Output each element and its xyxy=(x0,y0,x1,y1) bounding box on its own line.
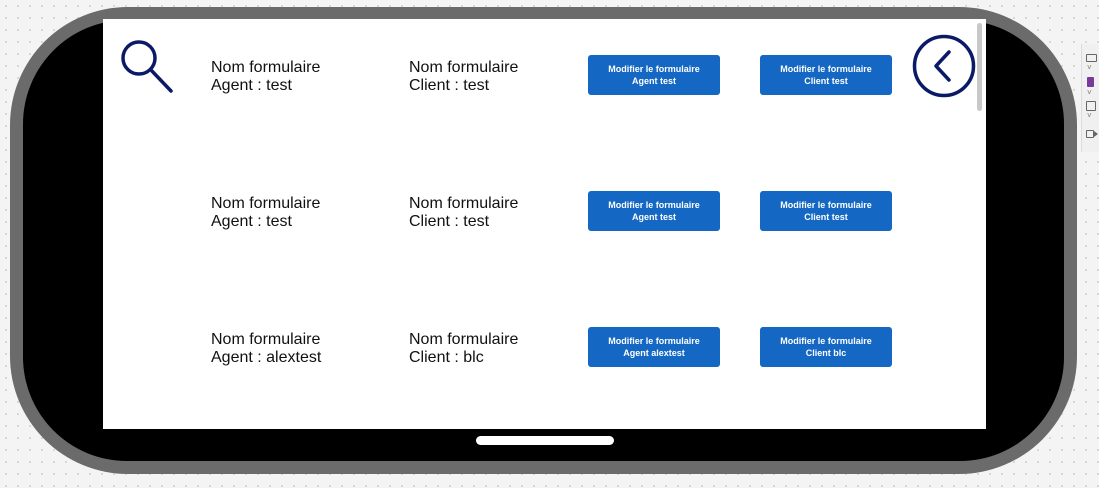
client-form-title: Nom formulaire xyxy=(409,331,519,348)
button-label-line2: Agent alextest xyxy=(623,348,685,358)
app-screen: Nom formulaire Agent : test Nom formulai… xyxy=(103,19,986,429)
camera-icon[interactable] xyxy=(1086,130,1094,138)
camera-lens-icon xyxy=(1094,131,1098,137)
client-form-value: Client : test xyxy=(409,77,490,94)
agent-form-value: Agent : alextest xyxy=(211,349,322,366)
edit-client-form-button[interactable]: Modifier le formulaire Client blc xyxy=(760,327,892,367)
editor-side-panel: ˅ ˅ ˅ xyxy=(1081,44,1099,152)
agent-form-title: Nom formulaire xyxy=(211,331,321,348)
client-form-label: Nom formulaire Client : test xyxy=(409,195,518,231)
client-form-label: Nom formulaire Client : test xyxy=(409,59,518,95)
button-label-line1: Modifier le formulaire xyxy=(608,336,700,346)
button-label-line2: Client blc xyxy=(805,348,847,358)
form-row: Nom formulaire Agent : test Nom formulai… xyxy=(103,55,986,119)
color-swatch-icon[interactable] xyxy=(1087,77,1094,87)
agent-form-value: Agent : test xyxy=(211,77,292,94)
edit-agent-form-button[interactable]: Modifier le formulaire Agent alextest xyxy=(588,327,720,367)
button-label-line2: Client test xyxy=(804,212,848,222)
button-label-line1: Modifier le formulaire xyxy=(780,336,872,346)
chevron-down-icon[interactable]: ˅ xyxy=(1087,64,1092,72)
form-icon[interactable] xyxy=(1086,101,1096,111)
button-label-line1: Modifier le formulaire xyxy=(780,200,872,210)
client-form-value: Client : test xyxy=(409,213,490,230)
agent-form-title: Nom formulaire xyxy=(211,59,321,76)
button-label-line1: Modifier le formulaire xyxy=(780,64,872,74)
button-label-line2: Agent test xyxy=(631,212,676,222)
client-form-label: Nom formulaire Client : blc xyxy=(409,331,518,367)
agent-form-value: Agent : test xyxy=(211,213,292,230)
agent-form-label: Nom formulaire Agent : test xyxy=(211,59,320,95)
edit-client-form-button[interactable]: Modifier le formulaire Client test xyxy=(760,55,892,95)
button-label-line2: Agent test xyxy=(631,76,676,86)
button-label-line1: Modifier le formulaire xyxy=(608,200,700,210)
form-row: Nom formulaire Agent : test Nom formulai… xyxy=(103,191,986,255)
client-form-value: Client : blc xyxy=(409,349,484,366)
edit-agent-form-button[interactable]: Modifier le formulaire Agent test xyxy=(588,55,720,95)
button-label-line1: Modifier le formulaire xyxy=(608,64,700,74)
monitor-icon[interactable] xyxy=(1086,54,1097,62)
client-form-title: Nom formulaire xyxy=(409,195,519,212)
form-row: Nom formulaire Agent : alextest Nom form… xyxy=(103,327,986,391)
client-form-title: Nom formulaire xyxy=(409,59,519,76)
agent-form-title: Nom formulaire xyxy=(211,195,321,212)
edit-agent-form-button[interactable]: Modifier le formulaire Agent test xyxy=(588,191,720,231)
edit-client-form-button[interactable]: Modifier le formulaire Client test xyxy=(760,191,892,231)
chevron-down-icon[interactable]: ˅ xyxy=(1087,112,1092,120)
home-indicator xyxy=(476,436,614,445)
button-label-line2: Client test xyxy=(804,76,848,86)
agent-form-label: Nom formulaire Agent : alextest xyxy=(211,331,321,367)
agent-form-label: Nom formulaire Agent : test xyxy=(211,195,320,231)
chevron-down-icon[interactable]: ˅ xyxy=(1087,89,1092,97)
